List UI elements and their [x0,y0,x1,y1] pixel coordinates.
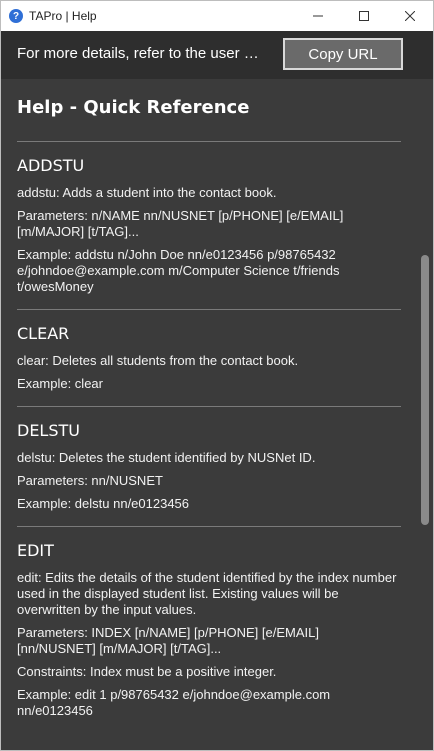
divider [17,406,401,407]
user-guide-message: For more details, refer to the user guid… [17,45,267,62]
divider [17,141,401,142]
maximize-icon [359,11,369,21]
close-button[interactable] [387,1,433,31]
command-parameters: Parameters: n/NAME nn/NUSNET [p/PHONE] [… [17,208,344,239]
page-title: Help - Quick Reference [17,97,250,118]
copy-url-button[interactable]: Copy URL [283,38,403,70]
divider [17,526,401,527]
minimize-icon [313,15,323,17]
command-section-delstu: DELSTU delstu: Deletes the student ident… [17,421,401,512]
window-controls [295,1,433,31]
command-description: delstu: Deletes the student identified b… [17,450,316,465]
command-section-clear: CLEAR clear: Deletes all students from t… [17,324,401,392]
help-content[interactable]: Help - Quick Reference ADDSTU addstu: Ad… [1,79,418,750]
window-title: TAPro | Help [29,9,97,23]
command-title: EDIT [17,541,54,560]
help-app-icon: ? [9,9,23,23]
command-description: edit: Edits the details of the student i… [17,570,397,617]
command-title: ADDSTU [17,156,85,175]
command-example: Example: clear [17,376,103,391]
command-constraints: Constraints: Index must be a positive in… [17,664,277,679]
divider [17,309,401,310]
command-parameters: Parameters: INDEX [n/NAME] [p/PHONE] [e/… [17,625,319,656]
command-section-addstu: ADDSTU addstu: Adds a student into the c… [17,156,401,295]
minimize-button[interactable] [295,1,341,31]
user-guide-bar: For more details, refer to the user guid… [1,31,433,79]
command-title: DELSTU [17,421,80,440]
command-description: addstu: Adds a student into the contact … [17,185,277,200]
command-parameters: Parameters: nn/NUSNET [17,473,163,488]
vertical-scrollbar[interactable] [417,79,433,750]
maximize-button[interactable] [341,1,387,31]
command-description: clear: Deletes all students from the con… [17,353,299,368]
title-bar[interactable]: ? TAPro | Help [1,1,433,31]
command-title: CLEAR [17,324,70,343]
command-section-edit: EDIT edit: Edits the details of the stud… [17,541,401,719]
command-example: Example: delstu nn/e0123456 [17,496,190,511]
help-window: ? TAPro | Help For more details, refer t… [0,0,434,751]
command-example: Example: addstu n/John Doe nn/e0123456 p… [17,247,340,294]
scrollbar-thumb[interactable] [421,255,429,525]
command-example: Example: edit 1 p/98765432 e/johndoe@exa… [17,687,331,718]
close-icon [405,11,415,21]
